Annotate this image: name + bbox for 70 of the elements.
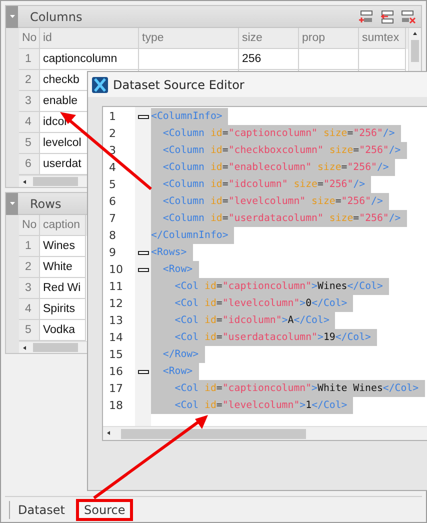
scroll-left-arrow-icon[interactable]: [107, 431, 110, 435]
line-number: 17: [108, 382, 124, 395]
line-number: 16: [108, 365, 124, 378]
fold-icon[interactable]: [138, 114, 148, 118]
panel-title: Rows: [30, 196, 62, 210]
collapse-button[interactable]: [6, 192, 18, 214]
scroll-up-arrow-icon[interactable]: [413, 32, 417, 35]
row-number: 2: [19, 257, 40, 278]
column-header[interactable]: caption: [40, 215, 86, 236]
column-header[interactable]: sumtex: [359, 28, 406, 49]
add-row-icon[interactable]: [358, 10, 374, 24]
line-number: 3: [108, 144, 117, 157]
table-cell: captioncolumn: [40, 49, 139, 70]
line-number: 9: [108, 246, 117, 259]
line-number: 1: [108, 110, 117, 123]
scrollbar-thumb[interactable]: [411, 40, 419, 62]
insert-row-icon[interactable]: [379, 10, 395, 24]
code-editor[interactable]: [102, 106, 427, 441]
table-cell: White: [40, 257, 86, 278]
caret-icon: [10, 202, 14, 205]
row-number: 5: [19, 320, 40, 341]
scrollbar-thumb[interactable]: [121, 429, 306, 439]
table-cell: 256: [239, 49, 299, 70]
row-number: 4: [19, 112, 40, 133]
column-header[interactable]: No: [19, 215, 40, 236]
line-number: 14: [108, 331, 124, 344]
row-number: 3: [19, 91, 40, 112]
caret-icon: [10, 15, 14, 18]
row-number: 4: [19, 299, 40, 320]
delete-row-icon[interactable]: [400, 10, 416, 24]
row-number: 2: [19, 70, 40, 91]
row-number: 1: [19, 49, 40, 70]
column-header[interactable]: prop: [299, 28, 359, 49]
line-number: 4: [108, 161, 117, 174]
row-number: 6: [19, 154, 40, 175]
table-cell: Red Wi: [40, 278, 86, 299]
tab[interactable]: Dataset: [9, 500, 73, 518]
fold-icon[interactable]: [138, 370, 148, 374]
panel-title: Columns: [30, 10, 82, 24]
scrollbar-thumb[interactable]: [33, 343, 78, 352]
line-number: 15: [108, 348, 124, 361]
table-cell: Wines: [40, 236, 86, 257]
collapse-button[interactable]: [6, 6, 18, 28]
column-header[interactable]: id: [40, 28, 139, 49]
column-header[interactable]: No: [19, 28, 40, 49]
table-cell: [359, 49, 406, 70]
column-header[interactable]: type: [139, 28, 239, 49]
line-number: 12: [108, 297, 124, 310]
line-number: 10: [108, 263, 124, 276]
line-number: 5: [108, 178, 117, 191]
tab[interactable]: Source: [76, 498, 134, 520]
scroll-left-arrow-icon[interactable]: [23, 346, 26, 350]
scroll-left-arrow-icon[interactable]: [23, 180, 26, 184]
table-cell: Vodka: [40, 320, 86, 341]
line-number: 6: [108, 195, 117, 208]
line-number: 13: [108, 314, 124, 327]
column-header[interactable]: size: [239, 28, 299, 49]
table-cell: Spirits: [40, 299, 86, 320]
fold-icon[interactable]: [138, 268, 148, 272]
table-cell: [299, 49, 359, 70]
line-number: 18: [108, 399, 124, 412]
row-number: 3: [19, 278, 40, 299]
app-logo-icon: [92, 76, 108, 92]
line-number: 8: [108, 229, 117, 242]
line-number: 11: [108, 280, 124, 293]
scrollbar-thumb[interactable]: [33, 177, 78, 186]
row-number: 1: [19, 236, 40, 257]
line-number: 7: [108, 212, 117, 225]
fold-icon[interactable]: [138, 250, 148, 254]
row-number: 5: [19, 133, 40, 154]
